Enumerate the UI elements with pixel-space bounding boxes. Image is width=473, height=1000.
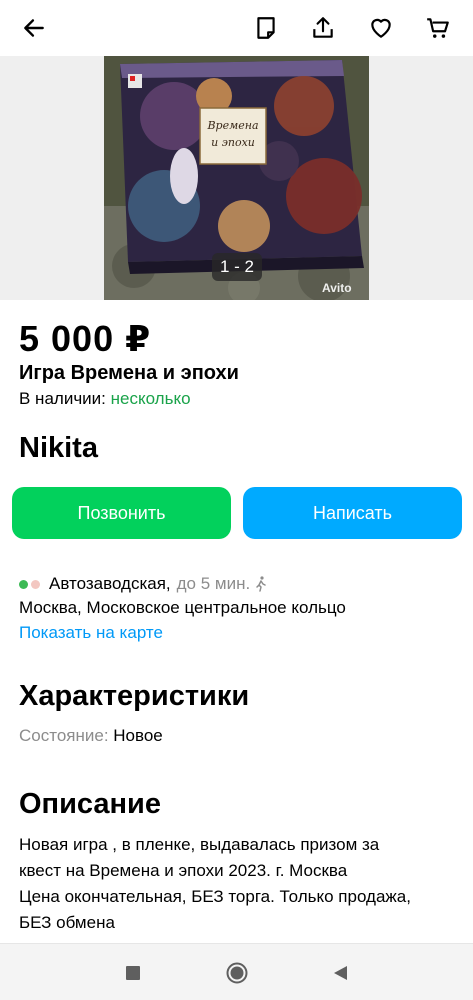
description-line: БЕЗ обмена — [19, 913, 115, 932]
seller-name[interactable]: Nikita — [19, 432, 98, 465]
recents-square-icon[interactable] — [118, 958, 148, 988]
home-circle-icon[interactable] — [222, 958, 252, 988]
metro-name: Автозаводская, — [49, 574, 171, 593]
metro-line-dot-green — [19, 579, 28, 589]
price: 5 000 ₽ — [19, 318, 152, 359]
address: Москва, Московское центральное кольцо — [19, 598, 346, 617]
system-nav-bar — [0, 943, 473, 1000]
avito-watermark: Avito — [322, 281, 352, 295]
share-icon[interactable] — [303, 8, 343, 48]
call-button[interactable]: Позвонить — [12, 487, 231, 539]
heart-icon[interactable] — [361, 8, 401, 48]
walk-time: до 5 мин. — [176, 574, 251, 593]
description-line: квест на Времена и эпохи 2023. г. Москва — [19, 861, 348, 880]
specs-heading: Характеристики — [19, 680, 250, 712]
write-button[interactable]: Написать — [243, 487, 462, 539]
listing-title: Игра Времена и эпохи — [19, 362, 239, 384]
back-triangle-icon[interactable] — [325, 958, 355, 988]
condition: Состояние: Новое — [19, 726, 163, 746]
availability-value: несколько — [110, 389, 191, 408]
availability-label: В наличии: — [19, 389, 111, 408]
cart-icon[interactable] — [418, 8, 458, 48]
photo-gallery[interactable]: Времена и эпохи 1 - 2 Avito — [0, 56, 473, 300]
description-line: Новая игра , в пленке, выдавалась призом… — [19, 835, 380, 854]
walking-person-icon — [254, 576, 268, 592]
condition-value: Новое — [113, 726, 163, 745]
condition-label: Состояние: — [19, 726, 114, 745]
description-heading: Описание — [19, 788, 161, 820]
note-icon[interactable] — [246, 8, 286, 48]
metro-station: Автозаводская, до 5 мин. — [19, 574, 268, 594]
availability: В наличии: несколько — [19, 389, 191, 409]
description-line: Цена окончательная, БЕЗ торга. Только пр… — [19, 887, 411, 906]
metro-line-dot-pink — [31, 579, 40, 589]
svg-text:и эпохи: и эпохи — [211, 136, 255, 149]
photo-counter: 1 - 2 — [212, 253, 262, 281]
svg-text:Времена: Времена — [206, 119, 258, 132]
top-toolbar — [0, 0, 473, 56]
back-arrow-icon[interactable] — [14, 8, 54, 48]
show-on-map-link[interactable]: Показать на карте — [19, 623, 163, 643]
description-text: Новая игра , в пленке, выдавалась призом… — [19, 832, 459, 936]
